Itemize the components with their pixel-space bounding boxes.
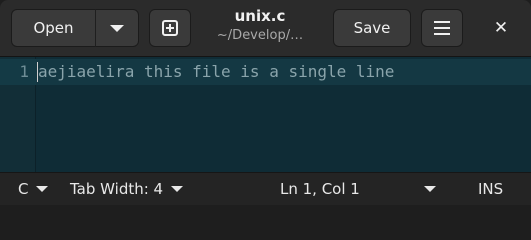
statusbar-options-dropdown[interactable] <box>424 173 436 205</box>
cursor-position-label: Ln 1, Col 1 <box>280 180 360 198</box>
language-label: C <box>18 180 29 198</box>
tab-width-selector[interactable]: Tab Width: 4 <box>70 173 184 205</box>
close-window-button[interactable]: ✕ <box>482 9 520 47</box>
text-line[interactable]: aejiaelira this file is a single line <box>38 61 394 83</box>
hamburger-menu-icon <box>434 21 450 23</box>
insert-mode-indicator: INS <box>478 173 503 205</box>
text-cursor <box>37 62 38 82</box>
save-button-label: Save <box>353 19 391 37</box>
open-button[interactable]: Open <box>11 9 95 47</box>
close-icon: ✕ <box>493 18 509 38</box>
tab-width-label: Tab Width: 4 <box>70 180 164 198</box>
text-editor-window: Open unix.c ~/Develop/… Save ✕ 1 aejiael… <box>0 0 531 205</box>
open-button-label: Open <box>33 19 74 37</box>
line-number: 1 <box>19 62 29 81</box>
text-editor-area[interactable]: 1 aejiaelira this file is a single line <box>0 57 531 172</box>
chevron-down-icon <box>110 24 124 32</box>
new-tab-icon <box>162 20 178 36</box>
new-tab-button[interactable] <box>149 9 191 47</box>
chevron-down-icon <box>36 186 49 192</box>
open-recent-dropdown-button[interactable] <box>95 9 139 47</box>
document-title: unix.c <box>234 7 286 25</box>
status-bar: C Tab Width: 4 Ln 1, Col 1 INS <box>0 172 531 205</box>
open-button-group: Open <box>11 9 139 47</box>
header-bar: Open unix.c ~/Develop/… Save ✕ <box>0 0 531 57</box>
insert-mode-label: INS <box>478 180 504 198</box>
document-path: ~/Develop/… <box>216 28 304 43</box>
line-number-gutter: 1 <box>0 57 36 172</box>
main-menu-button[interactable] <box>421 9 463 47</box>
window-title-block: unix.c ~/Develop/… <box>200 6 320 50</box>
language-selector[interactable]: C <box>18 173 49 205</box>
save-button[interactable]: Save <box>333 9 411 47</box>
hamburger-menu-icon <box>434 33 450 35</box>
hamburger-menu-icon <box>434 27 450 29</box>
chevron-down-icon <box>171 186 184 192</box>
cursor-position-button[interactable]: Ln 1, Col 1 <box>280 173 360 205</box>
chevron-down-icon <box>424 186 436 192</box>
current-line-gutter-highlight <box>0 59 36 85</box>
